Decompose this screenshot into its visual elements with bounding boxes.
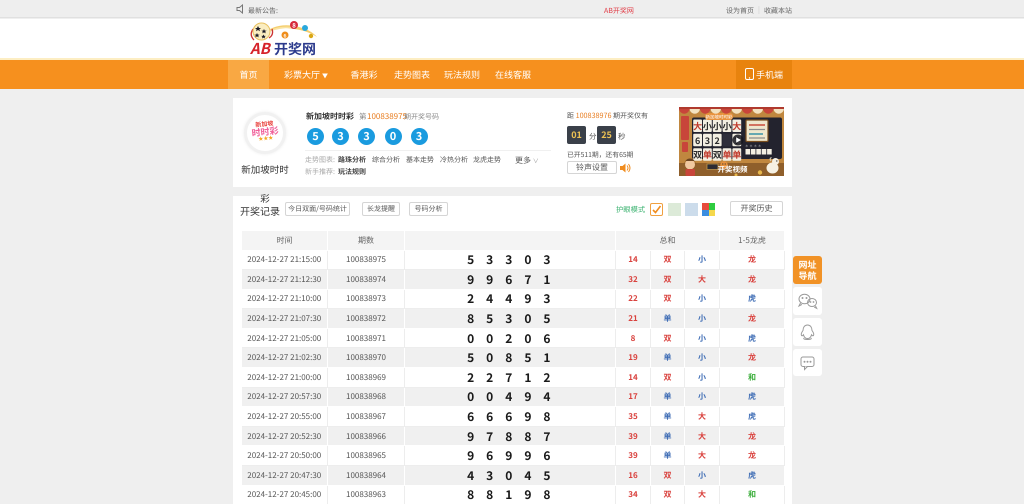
svg-text:小: 小 [722,120,731,133]
svg-text:＊ ＊ ＊ ＊: ＊ ＊ ＊ ＊ [745,144,761,149]
svg-text:单: 单 [703,148,712,161]
svg-text:开奖网: 开奖网 [274,39,316,56]
svg-text:3: 3 [705,134,710,147]
svg-text:大: 大 [693,120,702,133]
svg-text:双: 双 [713,148,722,161]
svg-text:2: 2 [715,134,720,147]
svg-text:小: 小 [703,120,712,133]
svg-text:8: 8 [292,21,296,30]
svg-text:AB: AB [249,38,272,56]
svg-text:开奖视频: 开奖视频 [718,164,748,175]
svg-text:小: 小 [713,120,722,133]
svg-text:大: 大 [732,120,741,133]
svg-text:单: 单 [722,148,731,161]
svg-text:双: 双 [693,148,702,161]
svg-text:新加坡时时彩: 新加坡时时彩 [706,115,733,121]
svg-text:单: 单 [732,148,741,161]
svg-text:6: 6 [695,134,700,147]
